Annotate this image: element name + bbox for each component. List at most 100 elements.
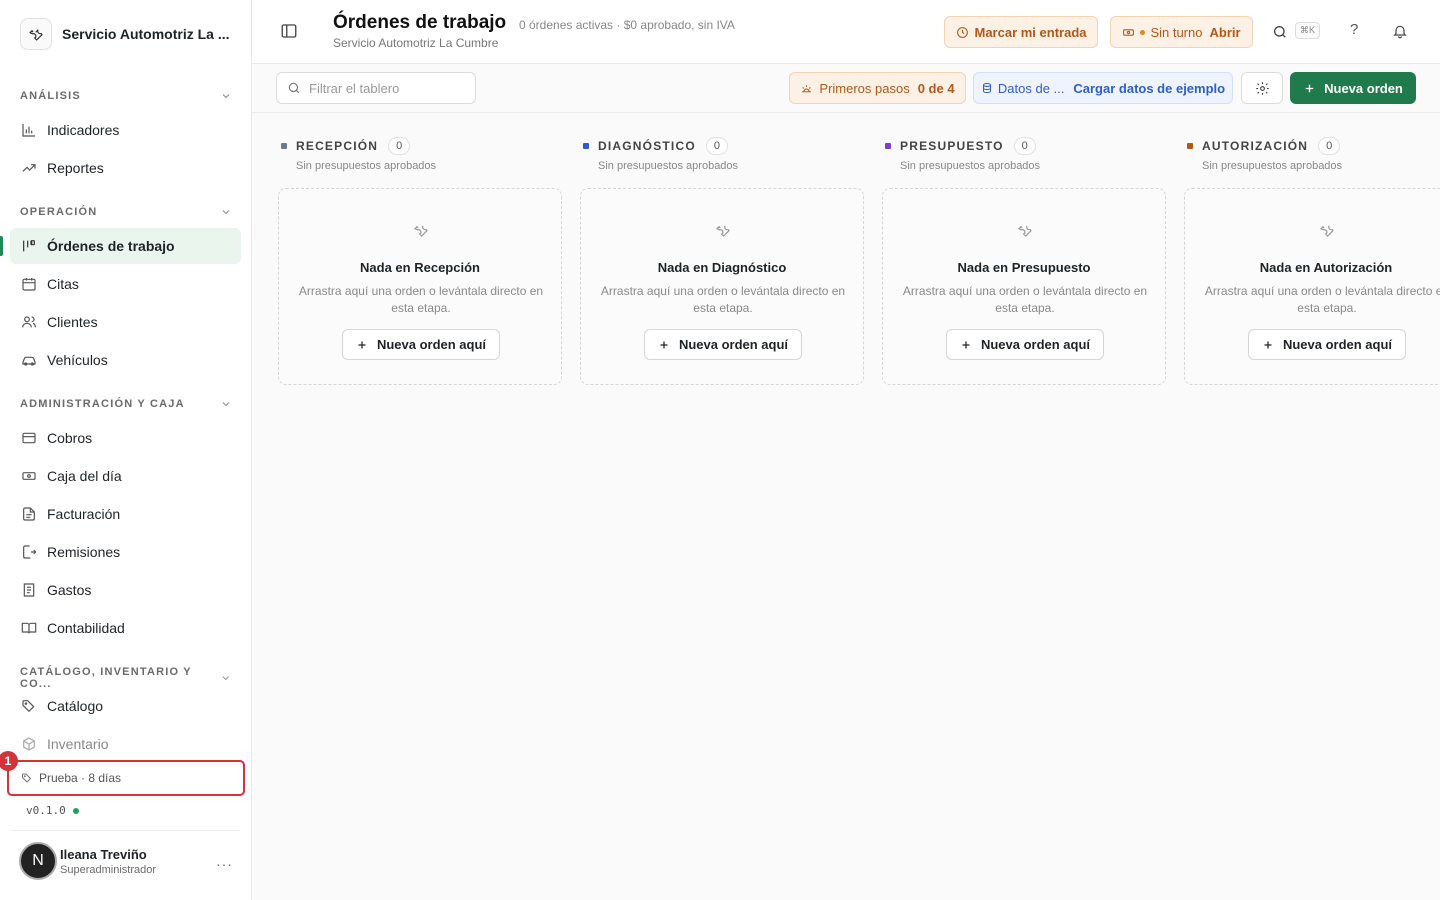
sidebar-item-vehiculos[interactable]: Vehículos — [10, 342, 241, 378]
search-icon[interactable] — [1272, 24, 1288, 43]
filter-box[interactable] — [276, 72, 476, 104]
section-analisis[interactable]: ANÁLISIS — [20, 90, 232, 102]
section-admin[interactable]: ADMINISTRACIÓN Y CAJA — [20, 398, 232, 410]
user-menu-button[interactable]: ··· — [216, 856, 233, 872]
wrench-icon — [20, 18, 52, 50]
sidebar-item-label: Cobros — [47, 430, 93, 446]
plus-icon — [358, 341, 366, 348]
page-subtitle: Servicio Automotriz La Cumbre — [333, 36, 499, 50]
sidebar-item-cobros[interactable]: Cobros — [10, 420, 241, 456]
column-color-dot — [281, 143, 287, 149]
column-header: AUTORIZACIÓN 0 — [1187, 137, 1341, 155]
book-open-icon — [20, 620, 37, 637]
section-catalogo[interactable]: CATÁLOGO, INVENTARIO Y CO... — [20, 666, 232, 690]
toolbar: Primeros pasos 0 de 4 Datos de ... Carga… — [252, 64, 1440, 112]
column-subtitle: Sin presupuestos aprobados — [296, 160, 437, 172]
sample-data-label: Datos de ... — [997, 80, 1065, 96]
section-operacion[interactable]: OPERACIÓN — [20, 206, 232, 218]
sidebar-item-ordenes[interactable]: Órdenes de trabajo — [10, 228, 241, 264]
sidebar-item-label: Reportes — [47, 160, 104, 176]
new-order-here-button[interactable]: Nueva orden aquí — [946, 329, 1104, 360]
user-name: Ileana Treviño — [60, 846, 147, 862]
empty-description: Arrastra aquí una orden o levántala dire… — [600, 284, 846, 315]
empty-dropzone[interactable]: Nada en Recepción Arrastra aquí una orde… — [278, 188, 562, 385]
empty-dropzone[interactable]: Nada en Presupuesto Arrastra aquí una or… — [882, 188, 1166, 385]
empty-description: Arrastra aquí una orden o levántala dire… — [298, 284, 544, 315]
bar-chart-icon — [20, 122, 37, 139]
chevron-down-icon — [222, 210, 230, 215]
plus-icon — [660, 341, 668, 348]
shift-button[interactable]: Sin turno Abrir — [1110, 16, 1253, 48]
empty-dropzone[interactable]: Nada en Diagnóstico Arrastra aquí una or… — [580, 188, 864, 385]
kanban-board: RECEPCIÓN 0 Sin presupuestos aprobados N… — [252, 112, 1440, 900]
user-profile[interactable]: N Ileana Treviño Superadministrador — [19, 842, 156, 880]
column-title: DIAGNÓSTICO — [598, 139, 696, 153]
column-count: 0 — [388, 137, 411, 155]
sidebar-item-label: Contabilidad — [47, 620, 125, 636]
gear-icon — [1255, 81, 1269, 95]
getting-started-progress: 0 de 4 — [917, 80, 955, 96]
sidebar-item-citas[interactable]: Citas — [10, 266, 241, 302]
sidebar-item-remisiones[interactable]: Remisiones — [10, 534, 241, 570]
board-settings-button[interactable] — [1241, 72, 1283, 104]
active-indicator — [0, 236, 3, 256]
workshop-name: Servicio Automotriz La ... — [62, 26, 230, 42]
shortcut-hint: ⌘K — [1295, 22, 1320, 39]
getting-started-button[interactable]: Primeros pasos 0 de 4 — [789, 72, 966, 104]
new-order-here-button[interactable]: Nueva orden aquí — [644, 329, 802, 360]
empty-title: Nada en Diagnóstico — [657, 260, 787, 275]
help-button[interactable]: ? — [1350, 21, 1358, 38]
sidebar-item-label: Catálogo — [47, 698, 104, 714]
bell-icon[interactable] — [1392, 23, 1408, 42]
section-label: CATÁLOGO, INVENTARIO Y CO... — [20, 666, 192, 690]
new-order-here-label: Nueva orden aquí — [980, 337, 1091, 352]
sidebar-item-gastos[interactable]: Gastos — [10, 572, 241, 608]
empty-description: Arrastra aquí una orden o levántala dire… — [902, 284, 1148, 315]
column-header: DIAGNÓSTICO 0 — [583, 137, 728, 155]
section-label: OPERACIÓN — [20, 206, 98, 218]
filter-input[interactable] — [309, 80, 469, 96]
column-header: RECEPCIÓN 0 — [281, 137, 411, 155]
sidebar-item-indicadores[interactable]: Indicadores — [10, 112, 241, 148]
workshop-switcher[interactable]: Servicio Automotriz La ... — [20, 18, 230, 50]
page-meta: 0 órdenes activas · $0 aprobado, sin IVA — [519, 18, 735, 32]
sidebar-item-contabilidad[interactable]: Contabilidad — [10, 610, 241, 646]
avatar: N — [19, 842, 57, 880]
sidebar-item-reportes[interactable]: Reportes — [10, 150, 241, 186]
column-title: AUTORIZACIÓN — [1202, 139, 1309, 153]
sidebar-item-clientes[interactable]: Clientes — [10, 304, 241, 340]
plus-icon — [1264, 341, 1272, 348]
trial-status[interactable]: Prueba · 8 días — [7, 760, 245, 796]
new-order-button[interactable]: Nueva orden — [1290, 72, 1416, 104]
new-order-here-button[interactable]: Nueva orden aquí — [1248, 329, 1406, 360]
sunrise-icon — [802, 84, 812, 92]
column-count: 0 — [1013, 137, 1036, 155]
file-text-icon — [20, 506, 37, 523]
sidebar-item-inventario[interactable]: Inventario — [10, 726, 241, 762]
column-title: RECEPCIÓN — [296, 139, 379, 153]
sample-data-button[interactable]: Datos de ... Cargar datos de ejemplo — [973, 72, 1233, 104]
chevron-down-icon — [222, 94, 230, 99]
sidebar-item-catalogo[interactable]: Catálogo — [10, 688, 241, 724]
empty-title: Nada en Recepción — [360, 260, 480, 275]
box-icon — [20, 736, 37, 753]
clock-in-button[interactable]: Marcar mi entrada — [944, 16, 1098, 48]
section-label: ADMINISTRACIÓN Y CAJA — [20, 398, 185, 410]
receipt-icon — [20, 582, 37, 599]
new-order-here-label: Nueva orden aquí — [678, 337, 789, 352]
plus-icon — [962, 341, 970, 348]
car-icon — [20, 352, 37, 369]
user-role: Superadministrador — [60, 863, 156, 876]
page-title: Órdenes de trabajo — [333, 12, 507, 33]
new-order-here-button[interactable]: Nueva orden aquí — [342, 329, 500, 360]
clock-in-label: Marcar mi entrada — [974, 24, 1087, 40]
column-color-dot — [1187, 143, 1193, 149]
sidebar-item-caja[interactable]: Caja del día — [10, 458, 241, 494]
empty-dropzone[interactable]: Nada en Autorización Arrastra aquí una o… — [1184, 188, 1440, 385]
sidebar-toggle-icon[interactable] — [280, 22, 300, 42]
sidebar-item-facturacion[interactable]: Facturación — [10, 496, 241, 532]
wrench-icon — [413, 222, 429, 241]
tags-icon — [20, 698, 37, 715]
sidebar-item-label: Vehículos — [47, 352, 108, 368]
file-export-icon — [20, 544, 37, 561]
